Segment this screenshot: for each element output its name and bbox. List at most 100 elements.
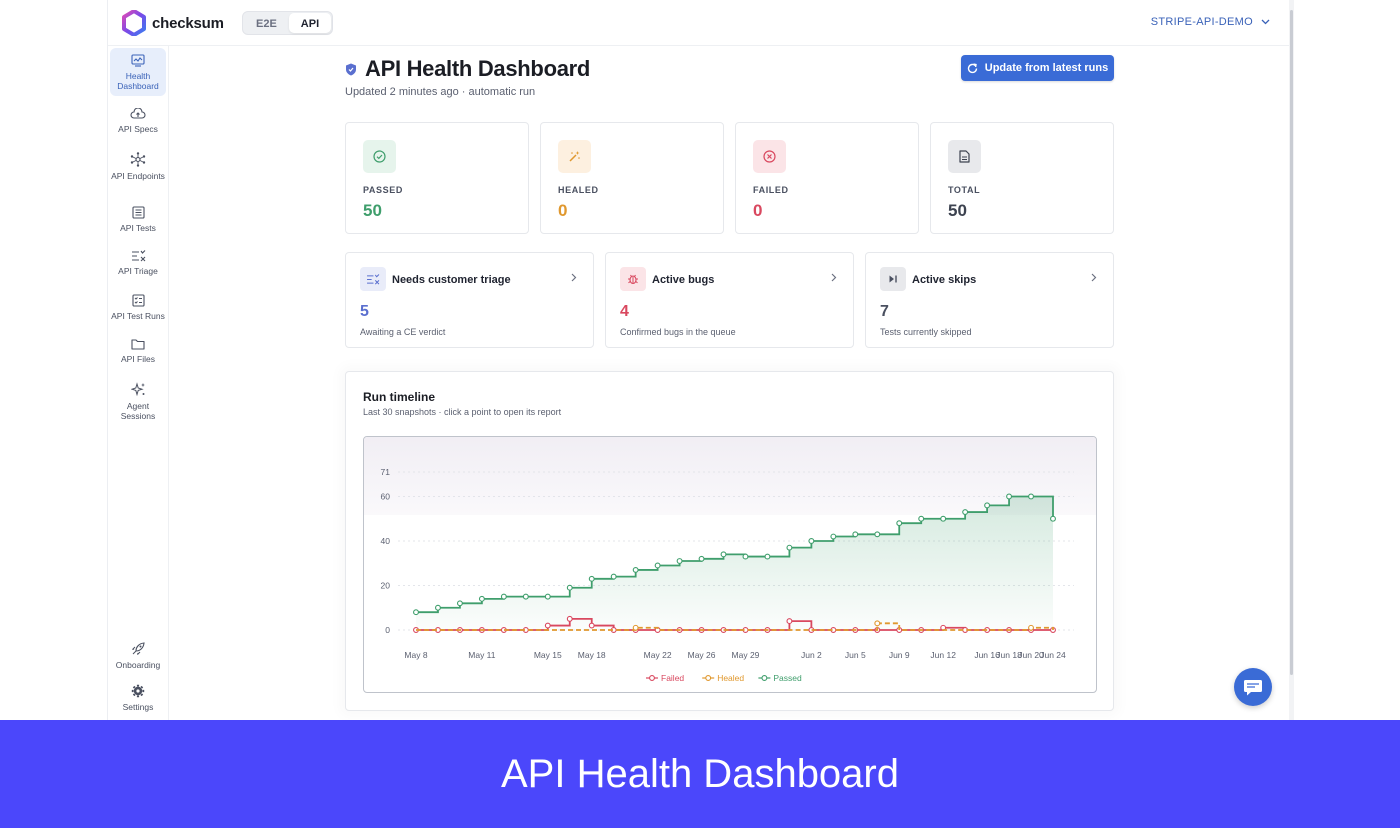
sidebar-item-label: API Test Runs [111,311,165,321]
card-value: 5 [360,303,369,320]
data-point-passed [522,593,529,600]
refresh-icon [967,62,977,73]
sidebar: Health Dashboard API Specs API Endpoints… [108,46,169,720]
sidebar-item-onboarding[interactable]: Onboarding [110,636,166,670]
timeline-subtitle: Last 30 snapshots · click a point to ope… [363,407,562,417]
chevron-right-icon [571,273,577,282]
x-tick-label: May 11 [468,650,496,660]
list-icon [131,206,145,219]
run-timeline-panel: Run timeline Last 30 snapshots · click a… [345,371,1114,711]
sidebar-item-settings[interactable]: Settings [110,678,166,712]
tab-e2e[interactable]: E2E [244,13,289,33]
x-tick-label: May 22 [644,650,672,660]
data-point-passed [962,509,969,516]
page-subtitle: Updated 2 minutes ago · automatic run [345,86,536,98]
run-timeline-chart: 0 20 40 60 71 May 8 May 11 May 15 May 18 May 22 Ma… [363,436,1097,693]
data-point-healed [632,624,639,631]
tab-api[interactable]: API [288,13,332,33]
card-icon-box [880,267,906,291]
stat-card-total: TOTAL 50 [930,122,1114,234]
sidebar-item-label: API Triage [118,266,158,276]
sidebar-item-label: API Files [120,354,155,364]
sidebar-item-api-files[interactable]: API Files [110,332,166,364]
data-point-failed [566,615,573,622]
x-tick-label: May 15 [534,650,562,660]
data-point-passed [676,558,683,564]
card-title: Needs customer triage [392,274,511,286]
brand-logo[interactable]: checksum [122,10,224,36]
card-active-skips[interactable]: Active skips 7 Tests currently skipped [865,252,1114,348]
rocket-icon [132,642,145,655]
data-point-passed [786,544,793,551]
project-selector[interactable]: STRIPE-API-DEMO [1151,16,1270,28]
checklist-icon [131,294,145,307]
sidebar-item-api-test-runs[interactable]: API Test Runs [110,288,166,321]
x-tick-label: Jun 9 [889,650,910,660]
x-tick-label: Jun 5 [845,650,866,660]
x-tick-label: Jun 12 [930,650,956,660]
y-tick-label: 0 [385,625,390,635]
stat-icon-box [363,140,396,173]
chevron-right-icon [1091,273,1097,282]
card-title: Active skips [912,274,977,286]
skip-icon [889,275,897,283]
sidebar-item-health-dashboard[interactable]: Health Dashboard [110,48,166,96]
data-point-failed [544,622,551,629]
data-point-healed [874,620,881,627]
stat-value: 50 [948,201,967,220]
document-icon [959,150,970,163]
update-from-latest-runs-button[interactable]: Update from latest runs [961,55,1114,81]
card-description: Confirmed bugs in the queue [620,327,736,337]
card-description: Tests currently skipped [880,327,972,337]
stat-label: HEALED [558,185,599,195]
data-point-passed [566,584,573,591]
shield-icon [346,63,356,75]
project-name: STRIPE-API-DEMO [1150,16,1253,28]
sidebar-item-api-specs[interactable]: API Specs [110,102,166,134]
data-point-passed [610,573,617,580]
data-point-healed [1028,624,1034,631]
card-active-bugs[interactable]: Active bugs 4 Confirmed bugs in the queu… [605,252,854,348]
data-point-passed [654,562,661,569]
chart-canvas: 0 20 40 60 71 May 8 May 11 May 15 May 18 May 22 Ma… [364,437,1096,683]
y-tick-label: 71 [381,467,391,477]
mode-switch: E2E API [242,11,334,35]
caption-banner: API Health Dashboard [0,720,1400,828]
stat-icon-box [948,140,981,173]
x-tick-label: Jun 2 [801,650,822,660]
data-point-passed [544,593,551,600]
legend-swatch-dot [705,675,712,681]
card-title: Active bugs [652,274,715,286]
main-content: API Health Dashboard Updated 2 minutes a… [170,46,1292,720]
sidebar-item-api-endpoints[interactable]: API Endpoints [110,146,166,181]
sidebar-item-label: API Endpoints [111,171,165,181]
sidebar-item-api-triage[interactable]: API Triage [110,244,166,276]
chat-support-button[interactable] [1234,668,1272,706]
stat-value: 0 [753,201,763,220]
stat-icon-box [558,140,591,173]
data-point-passed [1028,493,1034,500]
x-tick-label: May 18 [578,650,606,660]
legend-label: Passed [773,673,802,683]
data-point-passed [588,575,595,582]
data-point-passed [764,553,771,560]
data-point-passed [500,593,507,600]
scrollbar-thumb[interactable] [1290,10,1293,675]
y-tick-label: 60 [381,491,391,501]
health-dashboard-icon [131,54,145,67]
data-point-passed [1006,493,1013,500]
data-point-passed [1050,515,1056,522]
y-tick-label: 40 [381,536,391,546]
bug-icon [628,274,638,285]
sidebar-item-agent-sessions[interactable]: Agent Sessions [110,376,166,421]
data-point-passed [852,531,859,538]
x-tick-label: May 29 [732,650,760,660]
sidebar-item-label: Onboarding [115,660,161,670]
sidebar-item-api-tests[interactable]: API Tests [110,200,166,233]
card-value: 7 [880,303,889,320]
card-icon-box [360,267,386,291]
card-needs-customer-triage[interactable]: Needs customer triage 5 Awaiting a CE ve… [345,252,594,348]
chevron-right-icon [831,273,837,282]
app-window: checksum E2E API STRIPE-API-DEMO Health … [107,0,1293,720]
cloud-upload-icon [130,108,146,119]
